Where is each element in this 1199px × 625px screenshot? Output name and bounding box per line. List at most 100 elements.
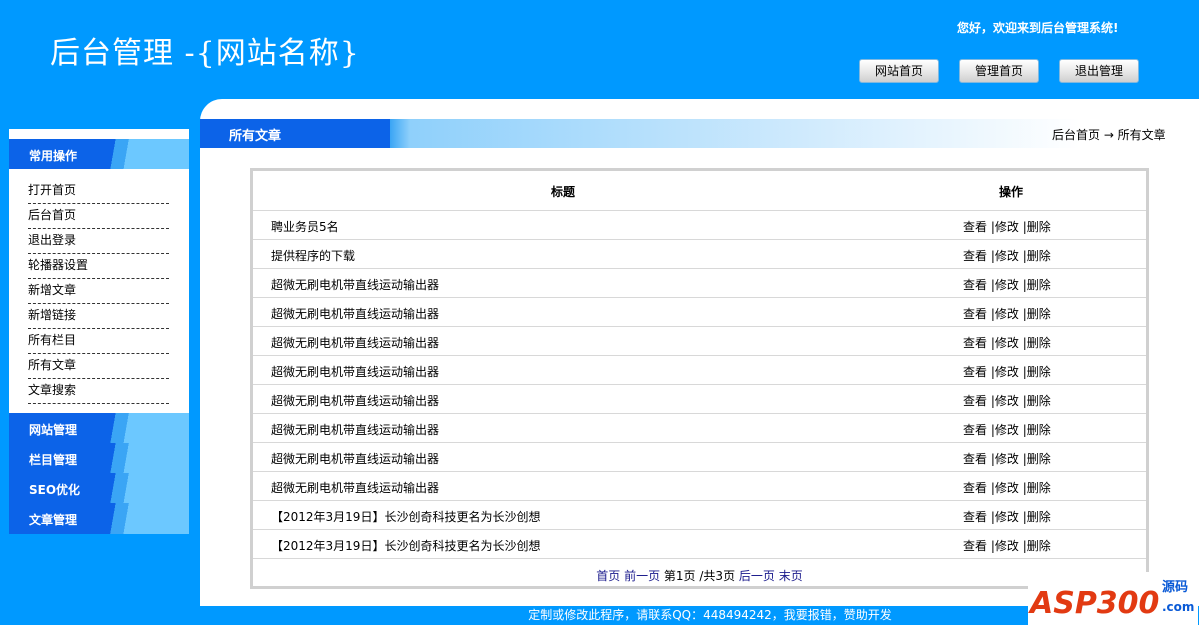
sidebar: 常用操作 打开首页 后台首页 退出登录 轮播器设置 新增文章 新增链接 所有栏目 所有文章 文章… xyxy=(9,129,189,534)
breadcrumb: 后台首页 → 所有文章 xyxy=(1052,128,1166,142)
edit-link[interactable]: |修改 xyxy=(991,452,1019,466)
group-label: 常用操作 xyxy=(29,149,78,163)
delete-link[interactable]: |删除 xyxy=(1023,510,1051,524)
article-title: 超微无刷电机带直线运动输出器 xyxy=(271,307,440,321)
sidebar-group-columns[interactable]: 栏目管理 xyxy=(9,443,189,473)
pager-prev[interactable]: 前一页 xyxy=(624,569,660,583)
table-row: 超微无刷电机带直线运动输出器 查看 |修改 |删除 xyxy=(253,298,1146,327)
table-row: 【2012年3月19日】长沙创奇科技更名为长沙创想 查看 |修改 |删除 xyxy=(253,530,1146,559)
edit-link[interactable]: |修改 xyxy=(991,365,1019,379)
edit-link[interactable]: |修改 xyxy=(991,394,1019,408)
article-title: 超微无刷电机带直线运动输出器 xyxy=(271,481,440,495)
edit-link[interactable]: |修改 xyxy=(991,336,1019,350)
table-row: 聘业务员5名 查看 |修改 |删除 xyxy=(253,211,1146,240)
welcome-text: 您好，欢迎来到后台管理系统! xyxy=(957,21,1119,35)
view-link[interactable]: 查看 xyxy=(963,278,987,292)
sidebar-item[interactable]: 新增链接 xyxy=(28,304,169,329)
edit-link[interactable]: |修改 xyxy=(991,539,1019,553)
asp300-watermark-logo: ASP300 源码 .com xyxy=(1028,572,1198,625)
view-link[interactable]: 查看 xyxy=(963,336,987,350)
footer: 定制或修改此程序，请联系QQ：448494242，我要报错，赞助开发 xyxy=(528,608,892,622)
pager-current: 第1页 xyxy=(663,569,696,583)
table-row: 超微无刷电机带直线运动输出器 查看 |修改 |删除 xyxy=(253,269,1146,298)
delete-link[interactable]: |删除 xyxy=(1023,481,1051,495)
sidebar-item[interactable]: 后台首页 xyxy=(28,204,169,229)
article-title: 超微无刷电机带直线运动输出器 xyxy=(271,394,440,408)
article-title: 超微无刷电机带直线运动输出器 xyxy=(271,365,440,379)
view-link[interactable]: 查看 xyxy=(963,510,987,524)
table-row: 超微无刷电机带直线运动输出器 查看 |修改 |删除 xyxy=(253,385,1146,414)
sidebar-item[interactable]: 轮播器设置 xyxy=(28,254,169,279)
site-title: 后台管理 -{网站名称} xyxy=(50,36,360,71)
article-title: 聘业务员5名 xyxy=(271,220,339,234)
sidebar-item[interactable]: 所有文章 xyxy=(28,354,169,379)
article-title: 超微无刷电机带直线运动输出器 xyxy=(271,336,440,350)
view-link[interactable]: 查看 xyxy=(963,220,987,234)
sidebar-group-site[interactable]: 网站管理 xyxy=(9,413,189,443)
group-label: 网站管理 xyxy=(29,423,78,437)
article-title: 【2012年3月19日】长沙创奇科技更名为长沙创想 xyxy=(271,510,541,524)
sidebar-group-common[interactable]: 常用操作 xyxy=(9,139,189,169)
sidebar-item[interactable]: 新增文章 xyxy=(28,279,169,304)
sidebar-item[interactable]: 所有栏目 xyxy=(28,329,169,354)
table-row: 【2012年3月19日】长沙创奇科技更名为长沙创想 查看 |修改 |删除 xyxy=(253,501,1146,530)
table-row: 超微无刷电机带直线运动输出器 查看 |修改 |删除 xyxy=(253,327,1146,356)
delete-link[interactable]: |删除 xyxy=(1023,394,1051,408)
delete-link[interactable]: |删除 xyxy=(1023,539,1051,553)
delete-link[interactable]: |删除 xyxy=(1023,365,1051,379)
pager-last[interactable]: 末页 xyxy=(779,569,803,583)
admin-home-button[interactable]: 管理首页 xyxy=(959,59,1039,83)
group-label: 文章管理 xyxy=(29,513,78,527)
table-row: 超微无刷电机带直线运动输出器 查看 |修改 |删除 xyxy=(253,356,1146,385)
table-header: 标题 操作 xyxy=(253,171,1146,211)
view-link[interactable]: 查看 xyxy=(963,452,987,466)
articles-table: 标题 操作 首页 前一页 第1页 /共3页 后一页 末页 聘业务员5名 查看 |修… xyxy=(250,168,1149,589)
logout-button[interactable]: 退出管理 xyxy=(1059,59,1139,83)
delete-link[interactable]: |删除 xyxy=(1023,249,1051,263)
delete-link[interactable]: |删除 xyxy=(1023,307,1051,321)
pager-next[interactable]: 后一页 xyxy=(739,569,775,583)
table-row: 超微无刷电机带直线运动输出器 查看 |修改 |删除 xyxy=(253,414,1146,443)
page-title-bar: 所有文章 xyxy=(200,119,1190,148)
view-link[interactable]: 查看 xyxy=(963,365,987,379)
edit-link[interactable]: |修改 xyxy=(991,249,1019,263)
article-title: 超微无刷电机带直线运动输出器 xyxy=(271,452,440,466)
edit-link[interactable]: |修改 xyxy=(991,510,1019,524)
sidebar-item[interactable]: 退出登录 xyxy=(28,229,169,254)
table-row: 超微无刷电机带直线运动输出器 查看 |修改 |删除 xyxy=(253,443,1146,472)
group-label: SEO优化 xyxy=(29,483,81,497)
delete-link[interactable]: |删除 xyxy=(1023,423,1051,437)
pager-first[interactable]: 首页 xyxy=(596,569,620,583)
sidebar-item[interactable]: 文章搜索 xyxy=(28,379,169,404)
edit-link[interactable]: |修改 xyxy=(991,423,1019,437)
sidebar-group-seo[interactable]: SEO优化 xyxy=(9,473,189,503)
page-title: 所有文章 xyxy=(229,129,282,144)
article-title: 超微无刷电机带直线运动输出器 xyxy=(271,423,440,437)
site-home-button[interactable]: 网站首页 xyxy=(859,59,939,83)
view-link[interactable]: 查看 xyxy=(963,539,987,553)
article-title: 超微无刷电机带直线运动输出器 xyxy=(271,278,440,292)
group-label: 栏目管理 xyxy=(29,453,78,467)
delete-link[interactable]: |删除 xyxy=(1023,278,1051,292)
sidebar-group-articles[interactable]: 文章管理 xyxy=(9,503,189,534)
article-title: 【2012年3月19日】长沙创奇科技更名为长沙创想 xyxy=(271,539,541,553)
pager-total: /共3页 xyxy=(699,569,736,583)
header-title: 标题 xyxy=(551,185,576,199)
sidebar-item[interactable]: 打开首页 xyxy=(28,179,169,204)
view-link[interactable]: 查看 xyxy=(963,307,987,321)
edit-link[interactable]: |修改 xyxy=(991,278,1019,292)
edit-link[interactable]: |修改 xyxy=(991,220,1019,234)
edit-link[interactable]: |修改 xyxy=(991,307,1019,321)
view-link[interactable]: 查看 xyxy=(963,481,987,495)
article-title: 提供程序的下载 xyxy=(271,249,356,263)
view-link[interactable]: 查看 xyxy=(963,423,987,437)
edit-link[interactable]: |修改 xyxy=(991,481,1019,495)
delete-link[interactable]: |删除 xyxy=(1023,452,1051,466)
pagination: 首页 前一页 第1页 /共3页 后一页 末页 xyxy=(253,567,1146,584)
delete-link[interactable]: |删除 xyxy=(1023,220,1051,234)
view-link[interactable]: 查看 xyxy=(963,249,987,263)
table-row: 超微无刷电机带直线运动输出器 查看 |修改 |删除 xyxy=(253,472,1146,501)
table-row: 提供程序的下载 查看 |修改 |删除 xyxy=(253,240,1146,269)
view-link[interactable]: 查看 xyxy=(963,394,987,408)
delete-link[interactable]: |删除 xyxy=(1023,336,1051,350)
